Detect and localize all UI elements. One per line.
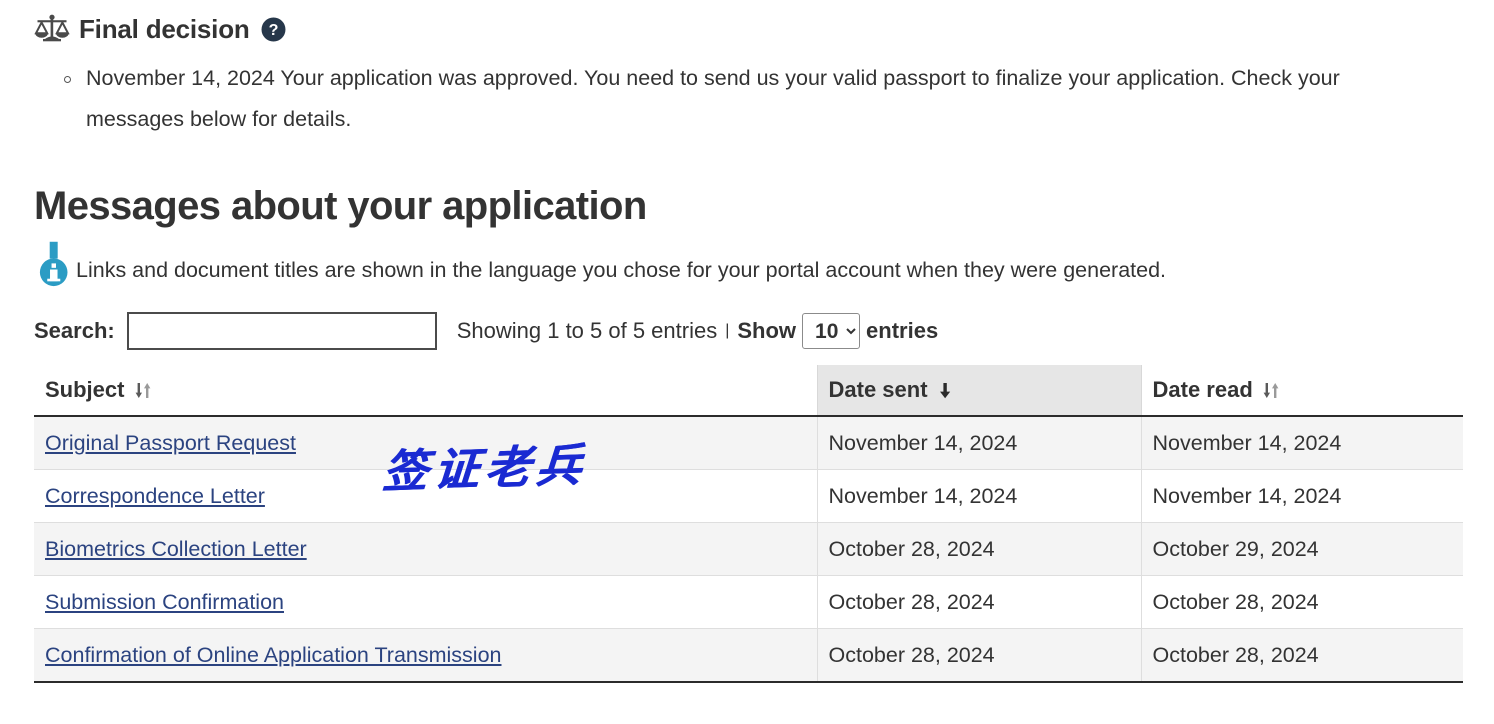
column-header-subject[interactable]: Subject [34,365,818,417]
final-decision-list: November 14, 2024 Your application was a… [0,58,1494,140]
page-length-select[interactable]: 10 [802,313,861,349]
search-label: Search: [34,318,115,343]
info-note: Links and document titles are shown in t… [0,241,1494,293]
entries-info: Showing 1 to 5 of 5 entries [456,318,718,343]
table-cell-date-sent: October 28, 2024 [817,628,1142,683]
final-decision-title: Final decision [79,14,250,44]
messages-table: Subject Date sent Date read Original Pas… [34,365,1463,683]
table-cell-date-sent: November 14, 2024 [817,416,1142,470]
table-row: Submission Confirmation October 28, 2024… [34,575,1463,629]
message-link[interactable]: Original Passport Request [45,431,296,455]
table-cell-subject: Submission Confirmation [34,575,818,629]
table-cell-date-read: October 29, 2024 [1141,522,1463,576]
table-row: Confirmation of Online Application Trans… [34,628,1463,683]
separator: | [725,322,730,339]
table-cell-date-read: October 28, 2024 [1141,628,1463,683]
final-decision-section: Final decision ? November 14, 2024 Your … [0,0,1494,140]
entries-label: entries [866,318,939,343]
sort-descending-icon [939,383,950,399]
table-cell-date-sent: November 14, 2024 [817,469,1142,523]
table-row: Biometrics Collection Letter October 28,… [34,522,1463,576]
table-controls: Search: Showing 1 to 5 of 5 entries | Sh… [0,309,1494,353]
column-header-label: Date read [1152,377,1253,402]
message-link[interactable]: Correspondence Letter [45,484,265,508]
table-cell-subject: Original Passport Request [34,416,818,470]
info-note-text: Links and document titles are shown in t… [76,258,1167,282]
column-header-date-read[interactable]: Date read [1141,365,1463,417]
table-cell-date-read: November 14, 2024 [1141,416,1463,470]
messages-table-wrap: Subject Date sent Date read Original Pas… [0,365,1494,683]
column-header-label: Subject [45,377,125,402]
message-link[interactable]: Submission Confirmation [45,590,284,614]
search-input[interactable] [126,312,437,350]
balance-scale-icon [34,14,70,42]
final-decision-item: November 14, 2024 Your application was a… [64,58,1356,140]
messages-section: Messages about your application Links an… [0,183,1494,683]
table-cell-date-sent: October 28, 2024 [817,522,1142,576]
question-mark-help-icon[interactable]: ? [261,17,286,42]
table-row: Original Passport Request November 14, 2… [34,416,1463,470]
show-label: Show [737,318,797,343]
column-header-date-sent[interactable]: Date sent [817,365,1142,417]
final-decision-heading-row: Final decision ? [0,0,1494,48]
table-cell-date-read: November 14, 2024 [1141,469,1463,523]
svg-text:?: ? [268,21,278,39]
table-cell-subject: Correspondence Letter [34,469,818,523]
sort-both-icon [135,383,150,398]
table-cell-date-sent: October 28, 2024 [817,575,1142,629]
message-link[interactable]: Confirmation of Online Application Trans… [45,643,502,667]
table-head: Subject Date sent Date read [34,365,1463,417]
table-cell-subject: Biometrics Collection Letter [34,522,818,576]
table-row: Correspondence Letter November 14, 2024 … [34,469,1463,523]
sort-both-icon [1263,383,1279,398]
column-header-label: Date sent [828,377,928,402]
table-cell-date-read: October 28, 2024 [1141,575,1463,629]
table-cell-subject: Confirmation of Online Application Trans… [34,628,818,683]
info-circle-icon [39,241,68,287]
message-link[interactable]: Biometrics Collection Letter [45,537,307,561]
table-body: Original Passport Request November 14, 2… [34,416,1463,683]
table-header-row: Subject Date sent Date read [34,365,1463,417]
page-title: Messages about your application [34,184,647,228]
